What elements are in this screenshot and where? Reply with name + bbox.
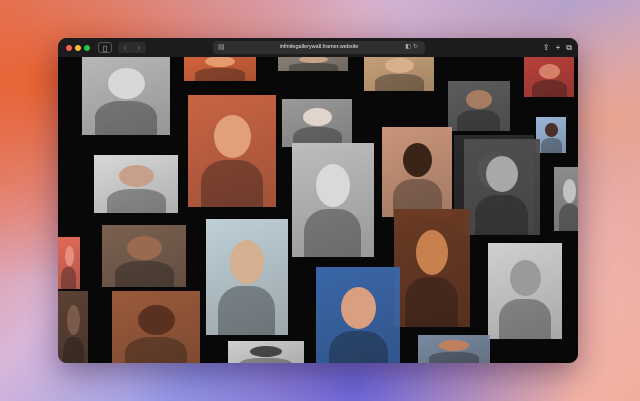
portrait-body [429,352,479,363]
photo-man-neutral-top[interactable] [278,57,348,71]
portrait-subject [303,108,332,126]
gallery-wall[interactable] [58,57,578,363]
minimize-window-button[interactable] [75,44,81,51]
portrait-body [475,195,528,235]
photo-bw-woman-hand-on-cheek[interactable] [82,57,170,135]
photo-woman-bw-black-hair[interactable] [488,243,562,339]
portrait-body [541,138,562,153]
portrait-subject [341,287,376,329]
portrait-subject [250,346,282,357]
portrait-subject [214,115,251,158]
navigation-buttons: ‹ › [118,42,146,53]
share-icon[interactable]: ⇪ [543,41,550,54]
photo-woman-flower-tan[interactable] [382,127,452,217]
photo-bw-woman-doorway[interactable] [464,139,540,235]
portrait-subject [416,230,448,275]
portrait-body [559,204,578,231]
photo-bw-woman-right-edge[interactable] [554,167,578,231]
portrait-subject [510,260,541,296]
photo-bw-man-bottom[interactable] [228,341,304,363]
chevron-right-icon[interactable]: › [138,42,141,53]
reader-icon[interactable]: ▤ [218,41,225,54]
portrait-body [63,337,84,363]
portrait-subject [563,179,576,203]
photo-woman-black-hat[interactable] [94,155,178,213]
portrait-body [107,189,166,213]
browser-toolbar: ▯ ‹ › ▤ infinitegallerywall.framer.websi… [58,38,578,57]
tabs-overview-icon[interactable]: ⧉ [566,41,572,54]
portrait-subject [127,236,162,260]
plus-icon[interactable]: + [556,41,561,54]
photo-bw-young-man-portrait[interactable] [292,143,374,257]
portrait-subject [138,305,175,335]
portrait-body [532,80,567,97]
portrait-subject [545,123,558,137]
portrait-subject [119,165,154,187]
portrait-subject [65,246,74,266]
photo-man-black-jacket[interactable] [448,81,510,131]
portrait-subject [108,68,145,99]
portrait-body [195,68,245,81]
portrait-subject [67,305,80,335]
portrait-body [405,277,458,327]
portrait-subject [439,340,469,351]
portrait-body [499,299,551,339]
photo-man-bottom-right[interactable] [418,335,490,363]
photo-orange-portrait-top[interactable] [184,57,256,81]
portrait-body [61,267,76,289]
reload-icon[interactable]: ↻ [413,44,420,50]
address-bar[interactable]: ▤ infinitegallerywall.framer.website ◧↻ [213,41,425,54]
photo-double-exposure-redhead[interactable] [188,95,276,207]
translate-icon[interactable]: ◧ [405,44,413,50]
photo-red-edge-left[interactable] [58,237,80,289]
portrait-body [329,331,388,363]
browser-window: ▯ ‹ › ▤ infinitegallerywall.framer.websi… [58,38,578,363]
photo-woman-blue-background[interactable] [316,267,400,363]
photo-man-curly-dark[interactable] [102,225,186,287]
photo-bald-woman-warm[interactable] [112,291,200,363]
photo-man-blue-background[interactable] [536,117,566,153]
portrait-subject [205,57,235,67]
portrait-body [375,74,424,91]
photo-woman-freckles-red[interactable] [394,209,470,327]
portrait-subject [539,64,560,79]
photo-man-crouching-beige[interactable] [206,219,288,335]
photo-dark-edge-left[interactable] [58,291,88,363]
photo-person-shoulder-top[interactable] [364,57,434,91]
photo-young-man-grey[interactable] [282,99,352,147]
portrait-subject [466,90,492,109]
portrait-body [239,358,292,363]
portrait-body [115,261,174,287]
portrait-body [95,101,157,135]
close-window-button[interactable] [66,44,72,51]
portrait-body [457,110,500,131]
portrait-subject [486,156,518,192]
photo-red-top-right[interactable] [524,57,574,97]
portrait-body [218,286,275,335]
portrait-body [304,209,361,257]
portrait-subject [385,58,414,73]
zoom-window-button[interactable] [84,44,90,51]
portrait-subject [230,240,264,284]
portrait-subject [403,143,432,177]
portrait-body [201,160,263,207]
sidebar-icon[interactable]: ▯ [98,42,112,53]
chevron-left-icon[interactable]: ‹ [124,42,127,53]
portrait-subject [316,164,350,207]
url-text: infinitegallerywall.framer.website [279,44,359,50]
portrait-body [289,63,338,71]
portrait-body [125,337,187,363]
